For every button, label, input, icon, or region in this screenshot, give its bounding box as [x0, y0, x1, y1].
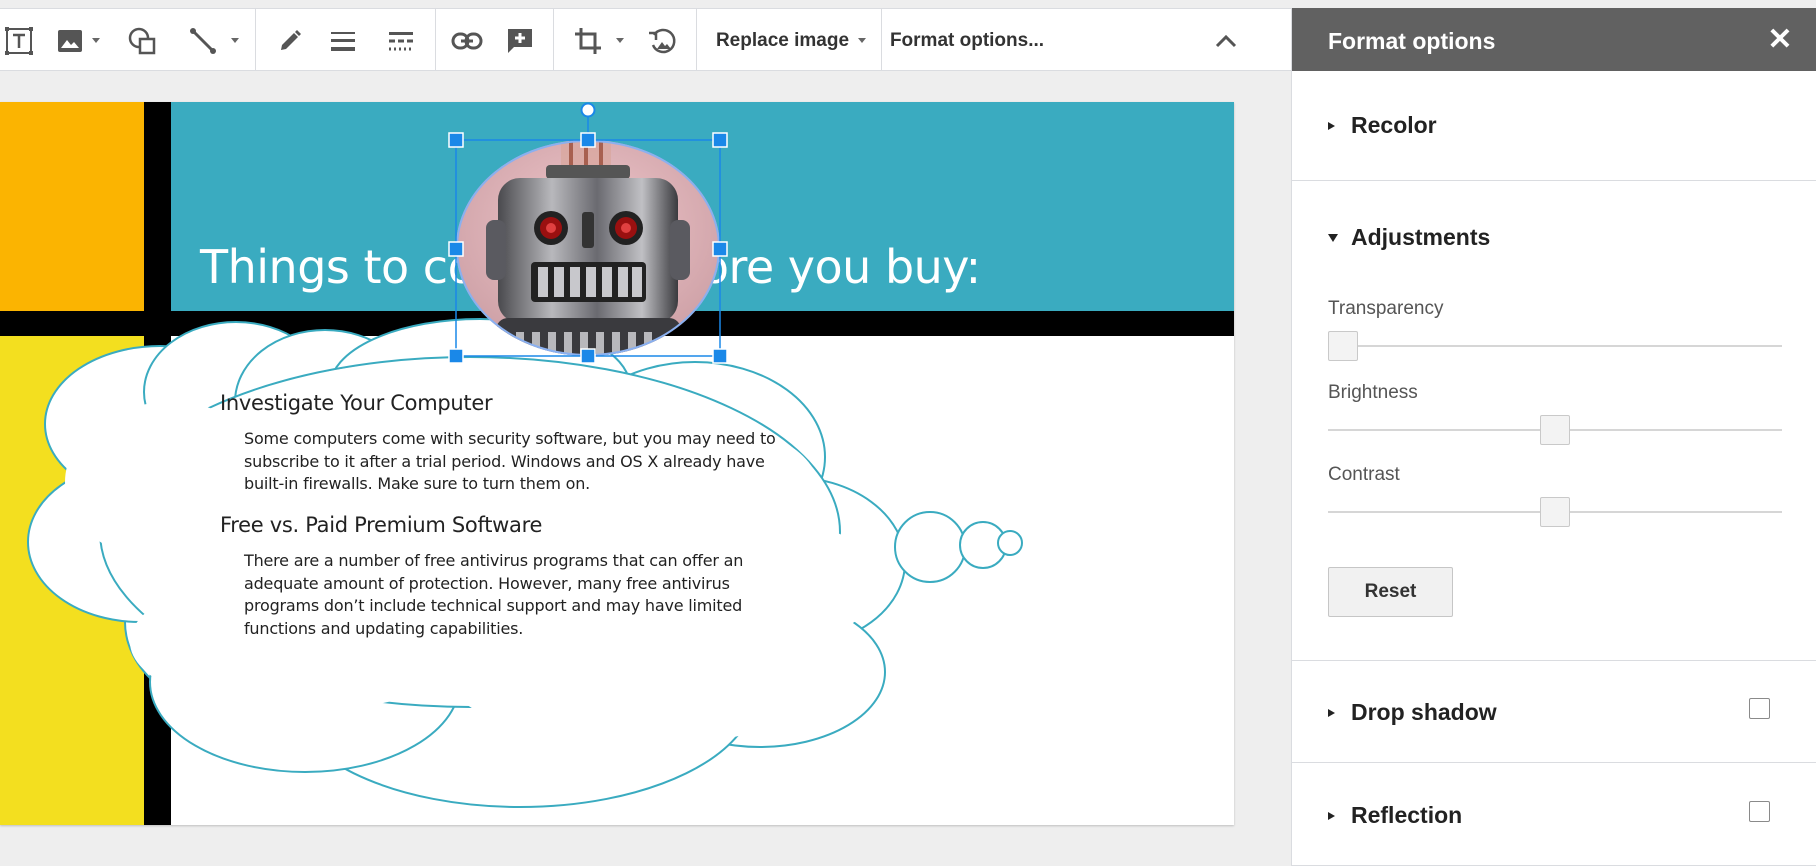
expand-arrow-icon	[1328, 708, 1335, 717]
toolbar: Replace image Format options...	[0, 8, 1291, 72]
chevron-up-icon	[1215, 34, 1237, 48]
chevron-down-icon	[858, 38, 867, 43]
replace-image-button[interactable]: Replace image	[700, 9, 882, 72]
resize-handle[interactable]	[712, 132, 728, 148]
reset-image-icon[interactable]	[643, 9, 683, 72]
resize-handle[interactable]	[712, 241, 728, 257]
replace-image-label: Replace image	[715, 29, 850, 51]
body-line: subscribe to it after a trial period. Wi…	[244, 451, 765, 471]
resize-handle[interactable]	[448, 348, 464, 364]
text-box-icon[interactable]	[0, 9, 38, 72]
section-label: Recolor	[1351, 112, 1437, 138]
shape-icon[interactable]	[122, 9, 162, 72]
slides-editor: Replace image Format options... Things t…	[0, 0, 1816, 866]
close-icon[interactable]: ✕	[1765, 23, 1795, 56]
chevron-down-icon	[91, 38, 100, 43]
section-body[interactable]: There are a number of free antivirus pro…	[244, 550, 743, 640]
link-icon[interactable]	[447, 9, 487, 72]
line-tool-button[interactable]	[178, 9, 250, 72]
toolbar-divider	[553, 9, 554, 72]
format-options-label: Format options...	[889, 29, 1045, 51]
resize-handle[interactable]	[448, 241, 464, 257]
section-body[interactable]: Some computers come with security softwa…	[244, 428, 776, 496]
drop-shadow-toggle[interactable]: Drop shadow	[1328, 699, 1497, 726]
line-icon	[189, 27, 217, 55]
crop-icon	[574, 27, 602, 55]
border-color-icon[interactable]	[270, 9, 310, 72]
body-line: programs don’t include technical support…	[244, 596, 743, 615]
section-label: Reflection	[1351, 802, 1463, 828]
body-line: There are a number of free antivirus pro…	[244, 551, 744, 570]
crop-button[interactable]	[565, 9, 633, 72]
chevron-down-icon	[231, 38, 239, 43]
section-adjustments: Adjustments Transparency Brightness Cont…	[1292, 181, 1816, 661]
slide[interactable]: Things to consider before you buy: Inves…	[0, 102, 1234, 825]
toolbar-divider	[696, 9, 697, 72]
rotate-handle[interactable]	[580, 102, 596, 118]
section-label: Drop shadow	[1351, 699, 1497, 725]
section-label: Adjustments	[1351, 224, 1491, 250]
filmstrip-drag-handle[interactable]	[582, 856, 602, 862]
transparency-label: Transparency	[1328, 298, 1444, 319]
collapse-toolbar-button[interactable]	[1206, 9, 1246, 72]
section-recolor: Recolor	[1292, 71, 1816, 181]
brightness-slider-thumb[interactable]	[1540, 415, 1570, 445]
expand-arrow-icon	[1328, 121, 1335, 130]
resize-handle[interactable]	[580, 132, 596, 148]
reset-button[interactable]: Reset	[1328, 567, 1453, 617]
body-line: adequate amount of protection. However, …	[244, 573, 730, 593]
resize-handle[interactable]	[712, 348, 728, 364]
drop-shadow-checkbox[interactable]	[1749, 698, 1770, 719]
section-heading[interactable]: Investigate Your Computer	[220, 391, 493, 415]
section-heading[interactable]: Free vs. Paid Premium Software	[220, 513, 542, 537]
section-reflection: Reflection	[1292, 763, 1816, 866]
body-line: Some computers come with security softwa…	[244, 429, 776, 448]
format-options-panel: Format options ✕ Recolor Adjustments Tra…	[1291, 8, 1816, 866]
toolbar-divider	[255, 9, 256, 72]
collapse-arrow-icon	[1328, 233, 1338, 242]
body-line: built-in firewalls. Make sure to turn th…	[244, 474, 591, 493]
expand-arrow-icon	[1328, 811, 1335, 820]
section-drop-shadow: Drop shadow	[1292, 661, 1816, 763]
add-comment-icon[interactable]	[500, 9, 540, 72]
toolbar-divider	[435, 9, 436, 72]
recolor-toggle[interactable]: Recolor	[1328, 112, 1437, 139]
resize-handle[interactable]	[448, 132, 464, 148]
image-icon	[57, 29, 83, 53]
transparency-slider[interactable]	[1328, 345, 1782, 347]
body-line: functions and updating capabilities.	[244, 618, 524, 638]
adjustments-toggle[interactable]: Adjustments	[1328, 224, 1490, 251]
selection-handles[interactable]	[440, 102, 740, 372]
contrast-label: Contrast	[1328, 464, 1400, 485]
resize-handle[interactable]	[580, 348, 596, 364]
transparency-slider-thumb[interactable]	[1328, 331, 1358, 361]
chevron-down-icon	[616, 38, 624, 43]
border-weight-icon[interactable]	[323, 9, 363, 72]
reflection-toggle[interactable]: Reflection	[1328, 802, 1462, 829]
brightness-label: Brightness	[1328, 382, 1418, 403]
contrast-slider-thumb[interactable]	[1540, 497, 1570, 527]
insert-image-button[interactable]	[50, 9, 106, 72]
format-options-button[interactable]: Format options...	[882, 9, 1052, 72]
reflection-checkbox[interactable]	[1749, 801, 1770, 822]
slide-canvas: Things to consider before you buy: Inves…	[0, 71, 1291, 866]
panel-title: Format options	[1328, 28, 1496, 54]
panel-header: Format options ✕	[1292, 8, 1816, 71]
border-dash-icon[interactable]	[381, 9, 421, 72]
